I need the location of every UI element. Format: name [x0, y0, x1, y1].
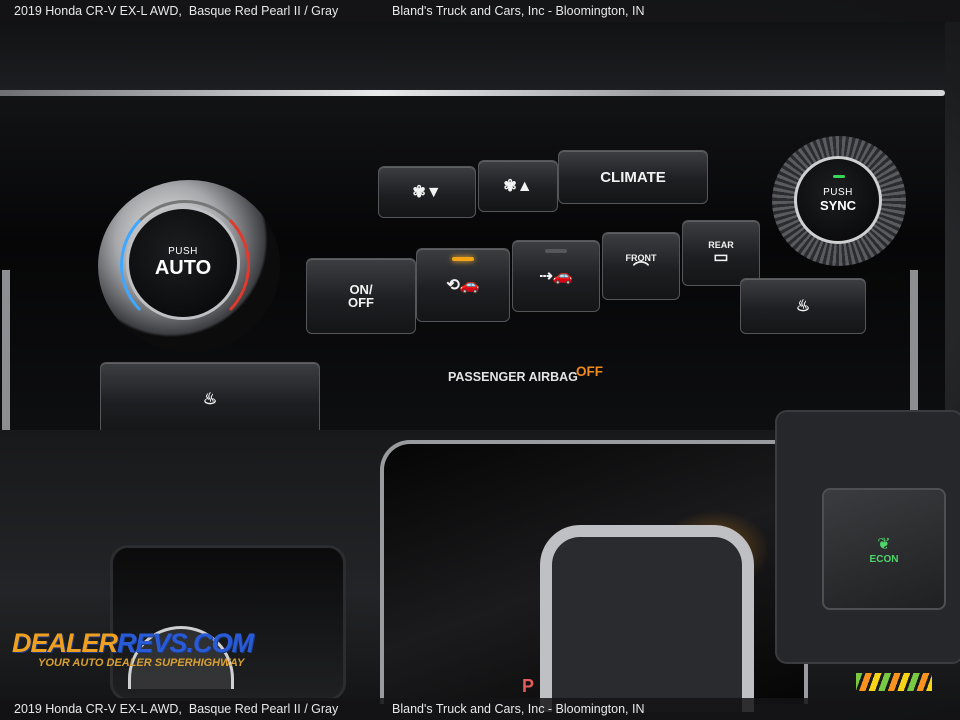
caption-dealer-bottom: Bland's Truck and Cars, Inc - Bloomingto…	[392, 702, 645, 716]
econ-button[interactable]: ❦ ECON	[822, 488, 946, 610]
fan-up-button[interactable]: ✾▲	[478, 160, 558, 212]
passenger-airbag-label: PASSENGER AIRBAG	[448, 370, 578, 384]
auto-push-label: PUSH	[168, 246, 198, 257]
car-recirculate-icon: ⟲🚗	[446, 277, 480, 294]
caption-vehicle-info: 2019 Honda CR-V EX-L AWD, Basque Red Pea…	[14, 0, 338, 22]
caption-vehicle-info-bottom: 2019 Honda CR-V EX-L AWD, Basque Red Pea…	[14, 698, 338, 720]
sync-button[interactable]: PUSH SYNC	[794, 156, 882, 244]
fresh-air-button[interactable]: ⇢🚗	[512, 240, 600, 312]
gear-shifter[interactable]	[540, 525, 754, 712]
leaf-icon: ❦	[877, 535, 891, 553]
watermark-brand-part2: REVS	[117, 628, 188, 658]
fresh-air-indicator	[545, 249, 567, 253]
on-off-content: ON/ OFF	[348, 283, 374, 309]
driver-seat-heater-button[interactable]: ♨	[100, 362, 320, 436]
airbag-off-indicator: OFF	[576, 364, 603, 379]
on-off-button[interactable]: ON/ OFF	[306, 258, 416, 334]
gear-park-indicator: P	[522, 676, 535, 696]
caption-color-bottom: Basque Red Pearl II / Gray	[188, 702, 339, 716]
seat-heater-icon: ♨	[202, 391, 218, 408]
watermark-brand-part3: .COM	[186, 628, 254, 658]
temperature-knob-right[interactable]: PUSH SYNC	[772, 136, 906, 266]
caption-color: Basque Red Pearl II / Gray	[188, 4, 339, 18]
sync-indicator-led	[833, 175, 845, 178]
fan-down-icon: ✾▼	[412, 184, 442, 201]
rear-defrost-content: REAR ▭	[708, 240, 734, 266]
caption-vehicle: 2019 Honda CR-V EX-L AWD,	[14, 4, 182, 18]
front-defrost-content: FRONT ⌒	[626, 253, 657, 279]
seat-heater-icon: ♨	[795, 298, 811, 315]
dealerrevs-watermark: DEALERREVS.COM YOUR AUTO DEALER SUPERHIG…	[12, 628, 254, 669]
color-stripes-logo	[856, 673, 932, 691]
fan-down-button[interactable]: ✾▼	[378, 166, 476, 218]
photo-scene: 2019 Honda CR-V EX-L AWD, Basque Red Pea…	[0, 0, 960, 720]
climate-button[interactable]: CLIMATE	[558, 150, 708, 204]
rear-defrost-icon: ▭	[713, 248, 729, 266]
recirculation-button[interactable]: ⟲🚗	[416, 248, 510, 322]
auto-button[interactable]: PUSH AUTO	[126, 206, 240, 320]
watermark-brand-part1: DEALER	[12, 628, 118, 658]
caption-dealer: Bland's Truck and Cars, Inc - Bloomingto…	[392, 4, 645, 18]
fan-up-icon: ✾▲	[503, 178, 533, 195]
sync-label: SYNC	[819, 198, 857, 213]
car-fresh-air-icon: ⇢🚗	[539, 268, 573, 285]
top-caption-bar: 2019 Honda CR-V EX-L AWD, Basque Red Pea…	[0, 0, 960, 22]
bottom-caption-bar: 2019 Honda CR-V EX-L AWD, Basque Red Pea…	[0, 698, 960, 720]
temperature-knob-left[interactable]: PUSH AUTO	[98, 180, 280, 352]
watermark-tagline: YOUR AUTO DEALER SUPERHIGHWAY	[38, 657, 245, 669]
econ-label: ECON	[869, 553, 899, 565]
recirculation-indicator	[452, 257, 474, 261]
auto-label: AUTO	[154, 257, 212, 279]
sync-push-label: PUSH	[823, 187, 853, 198]
watermark-brand: DEALERREVS.COM	[12, 628, 254, 659]
climate-button-label: CLIMATE	[600, 168, 666, 186]
on-off-line2: OFF	[348, 295, 374, 310]
front-defrost-button[interactable]: FRONT ⌒	[602, 232, 680, 300]
rear-defrost-button[interactable]: REAR ▭	[682, 220, 760, 286]
front-defrost-icon: ⌒	[632, 261, 649, 279]
passenger-seat-heater-button[interactable]: ♨	[740, 278, 866, 334]
caption-vehicle-bottom: 2019 Honda CR-V EX-L AWD,	[14, 702, 182, 716]
